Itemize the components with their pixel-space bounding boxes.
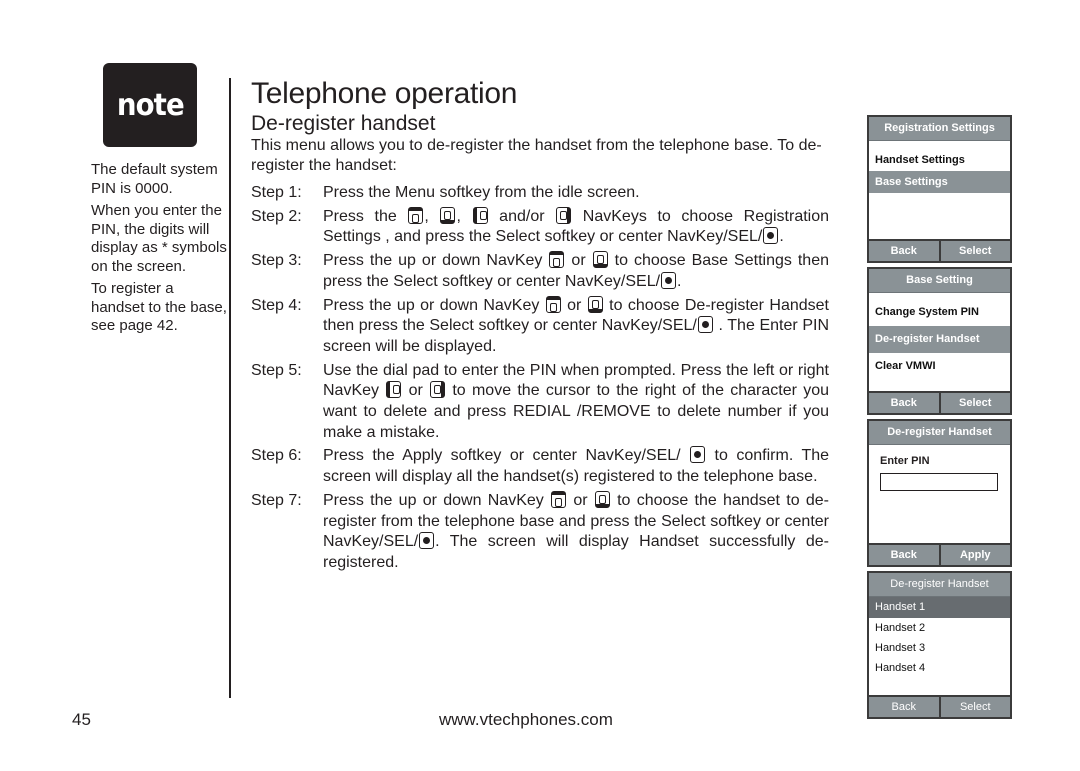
up-navkey-icon	[549, 251, 565, 269]
step-text-fragment: .	[677, 272, 682, 290]
menu-item-selected[interactable]: De-register Handset	[869, 326, 1010, 353]
screen-header: De-register Handset	[869, 573, 1010, 597]
right-navkey-icon	[556, 206, 572, 224]
screen-handset-list: De-register Handset Handset 1 Handset 2 …	[867, 571, 1012, 719]
back-softkey[interactable]: Back	[869, 545, 939, 565]
step-text: Press the Apply softkey or center NavKey…	[323, 446, 829, 487]
step-label: Step 3:	[251, 252, 302, 270]
step-label: Step 7:	[251, 491, 302, 509]
step-text-fragment: or	[565, 252, 592, 270]
handset-item[interactable]: Handset 3	[869, 638, 1010, 658]
step-text-fragment: .	[779, 228, 784, 246]
menu-item[interactable]: Handset Settings	[869, 149, 1010, 171]
step-text-fragment: Press the up or down NavKey	[323, 296, 545, 314]
page-title: Telephone operation	[251, 77, 518, 110]
screen-base-setting: Base Setting Change System PIN De-regist…	[867, 267, 1012, 415]
step-text-fragment: or	[567, 491, 594, 509]
step-item: Step 1: Press the Menu softkey from the i…	[251, 183, 829, 204]
screen-header: Registration Settings	[869, 117, 1010, 141]
menu-item[interactable]: Change System PIN	[869, 299, 1010, 326]
step-text-fragment: ,	[424, 207, 440, 225]
step-text-fragment: and/or	[488, 207, 556, 225]
step-item: Step 3: Press the up or down NavKey or to…	[251, 251, 829, 292]
step-text: Press the Menu softkey from the idle scr…	[323, 183, 829, 204]
step-text-fragment: Press the up or down NavKey	[323, 491, 551, 509]
pin-input[interactable]	[880, 473, 998, 491]
step-text-fragment: Press the up or down NavKey	[323, 252, 549, 270]
step-text: Press the up or down NavKey or to choose…	[323, 251, 829, 292]
sel-navkey-icon	[690, 446, 706, 464]
step-text-fragment: ,	[456, 207, 472, 225]
handset-item[interactable]: Handset 2	[869, 618, 1010, 638]
step-label: Step 5:	[251, 361, 302, 379]
screen-enter-pin: De-register Handset Enter PIN Back Apply	[867, 419, 1012, 567]
handset-item[interactable]: Handset 4	[869, 658, 1010, 678]
left-navkey-icon	[472, 206, 488, 224]
step-item: Step 5: Use the dial pad to enter the PIN…	[251, 361, 829, 444]
menu-item[interactable]: Clear VMWI	[869, 353, 1010, 380]
screen-registration-settings: Registration Settings Handset Settings B…	[867, 115, 1012, 263]
sel-navkey-icon	[419, 532, 435, 550]
step-item: Step 2: Press the , , and/or NavKeys to c…	[251, 206, 829, 248]
step-item: Step 4: Press the up or down NavKey or to…	[251, 295, 829, 358]
up-navkey-icon	[551, 490, 567, 508]
step-text-fragment: or	[561, 296, 587, 314]
back-softkey[interactable]: Back	[869, 393, 939, 413]
screen-header: Base Setting	[869, 269, 1010, 293]
down-navkey-icon	[594, 490, 610, 508]
select-softkey[interactable]: Select	[938, 241, 1010, 261]
note-sidebar: The default system PIN is 0000. When you…	[91, 161, 229, 340]
note-badge-label: note	[116, 87, 185, 123]
intro-text: This menu allows you to de-register the …	[251, 137, 822, 174]
sel-navkey-icon	[697, 316, 713, 334]
step-label: Step 6:	[251, 447, 302, 465]
note-paragraph: To register a handset to the base, see p…	[91, 280, 227, 334]
apply-softkey[interactable]: Apply	[938, 545, 1010, 565]
menu-item-selected[interactable]: Base Settings	[869, 171, 1010, 193]
note-badge: note	[103, 63, 197, 147]
step-label: Step 2:	[251, 207, 302, 225]
note-paragraph: The default system PIN is 0000.	[91, 161, 218, 197]
note-paragraph: When you enter the PIN, the digits will …	[91, 202, 227, 275]
right-navkey-icon	[430, 381, 446, 399]
step-label: Step 4:	[251, 296, 302, 314]
sel-navkey-icon	[763, 227, 779, 245]
step-text: Use the dial pad to enter the PIN when p…	[323, 361, 829, 444]
screen-header: De-register Handset	[869, 421, 1010, 445]
step-text-fragment: or	[402, 382, 430, 400]
step-text-fragment: Press the	[323, 207, 408, 225]
step-text: Press the , , and/or NavKeys to choose R…	[323, 206, 829, 248]
back-softkey[interactable]: Back	[869, 697, 939, 717]
up-navkey-icon	[545, 295, 561, 313]
footer-url[interactable]: www.vtechphones.com	[439, 710, 613, 730]
section-title: De-register handset	[251, 112, 436, 135]
select-softkey[interactable]: Select	[938, 697, 1010, 717]
down-navkey-icon	[592, 251, 608, 269]
step-text-fragment: Press the Menu softkey from the idle scr…	[323, 184, 640, 201]
back-softkey[interactable]: Back	[869, 241, 939, 261]
sel-navkey-icon	[661, 271, 677, 289]
select-softkey[interactable]: Select	[938, 393, 1010, 413]
page-number: 45	[72, 710, 91, 729]
down-navkey-icon	[440, 206, 456, 224]
vertical-divider	[229, 78, 231, 698]
enter-pin-label: Enter PIN	[880, 455, 930, 467]
down-navkey-icon	[587, 295, 603, 313]
steps-list: Step 1: Press the Menu softkey from the i…	[251, 183, 829, 577]
step-text-fragment: Press the Apply softkey or center NavKey…	[323, 447, 690, 465]
step-item: Step 6: Press the Apply softkey or center…	[251, 446, 829, 487]
left-navkey-icon	[386, 381, 402, 399]
handset-item-selected[interactable]: Handset 1	[869, 597, 1010, 618]
step-item: Step 7: Press the up or down NavKey or to…	[251, 490, 829, 574]
step-text: Press the up or down NavKey or to choose…	[323, 490, 829, 574]
up-navkey-icon	[408, 206, 424, 224]
step-text: Press the up or down NavKey or to choose…	[323, 295, 829, 358]
step-label: Step 1:	[251, 184, 302, 201]
